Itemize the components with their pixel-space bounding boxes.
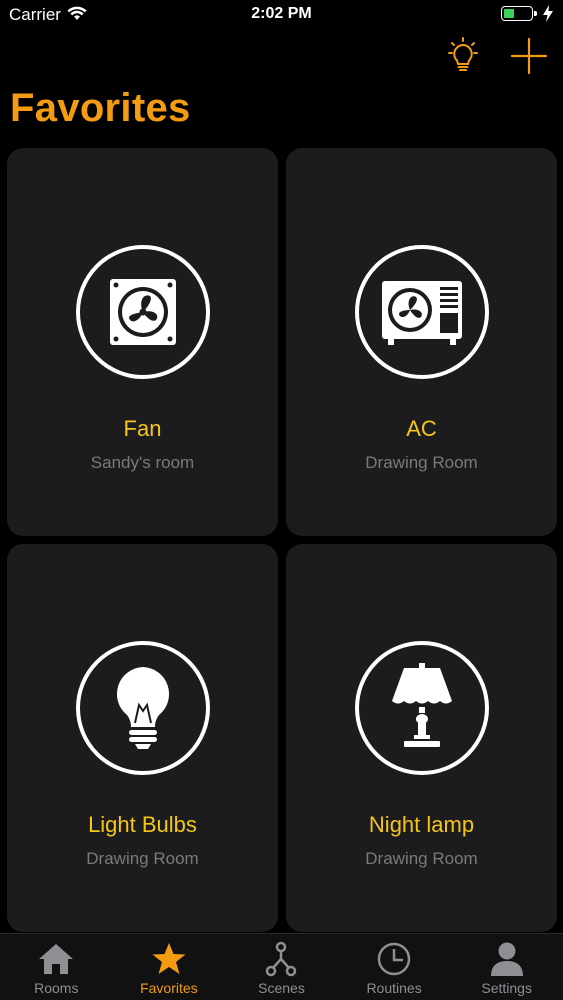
favorite-card-night-lamp[interactable]: Night lamp Drawing Room — [286, 544, 557, 932]
home-icon — [37, 940, 75, 978]
tab-rooms[interactable]: Rooms — [0, 934, 113, 1000]
tab-label: Rooms — [34, 980, 79, 996]
user-icon — [488, 940, 526, 978]
tab-settings[interactable]: Settings — [450, 934, 563, 1000]
tab-label: Scenes — [258, 980, 305, 996]
ac-icon — [382, 281, 462, 345]
favorite-card-ac[interactable]: AC Drawing Room — [286, 148, 557, 536]
device-name: Night lamp — [368, 812, 475, 837]
status-bar: Carrier 2:02 PM — [0, 0, 563, 30]
device-name: AC — [406, 416, 437, 441]
nav-actions — [441, 34, 551, 78]
tab-favorites[interactable]: Favorites — [113, 934, 226, 1000]
device-room: Drawing Room — [365, 849, 478, 868]
tab-label: Favorites — [140, 980, 198, 996]
device-icon-circle — [76, 245, 210, 379]
clock-icon — [375, 940, 413, 978]
favorites-grid: Fan Sandy's room AC Drawing Room Light B… — [7, 148, 557, 932]
favorite-card-fan[interactable]: Fan Sandy's room — [7, 148, 278, 536]
tab-label: Settings — [481, 980, 532, 996]
favorite-card-light-bulbs[interactable]: Light Bulbs Drawing Room — [7, 544, 278, 932]
lightbulb-outline-icon — [448, 37, 478, 71]
device-room: Sandy's room — [90, 453, 195, 472]
device-room: Drawing Room — [365, 453, 478, 472]
charging-bolt-icon — [543, 5, 553, 27]
page-title: Favorites — [10, 86, 191, 130]
tab-bar: Rooms Favorites Scenes Routines Settings — [0, 933, 563, 1000]
device-icon-circle — [355, 641, 489, 775]
lightbulb-button[interactable] — [441, 34, 485, 78]
battery-icon — [501, 6, 537, 21]
tab-scenes[interactable]: Scenes — [225, 934, 338, 1000]
device-name: Light Bulbs — [88, 812, 197, 837]
device-icon-circle — [76, 641, 210, 775]
plus-icon — [510, 37, 548, 75]
status-time: 2:02 PM — [251, 5, 312, 22]
device-icon-circle — [355, 245, 489, 379]
device-room: Drawing Room — [86, 849, 199, 868]
device-name: Fan — [123, 416, 162, 441]
nodes-icon — [262, 940, 300, 978]
add-button[interactable] — [507, 34, 551, 78]
bulb-icon — [116, 667, 170, 749]
fan-icon — [110, 279, 176, 345]
star-icon — [150, 940, 188, 978]
tab-label: Routines — [366, 980, 422, 996]
tab-routines[interactable]: Routines — [338, 934, 451, 1000]
lamp-icon — [392, 663, 452, 747]
